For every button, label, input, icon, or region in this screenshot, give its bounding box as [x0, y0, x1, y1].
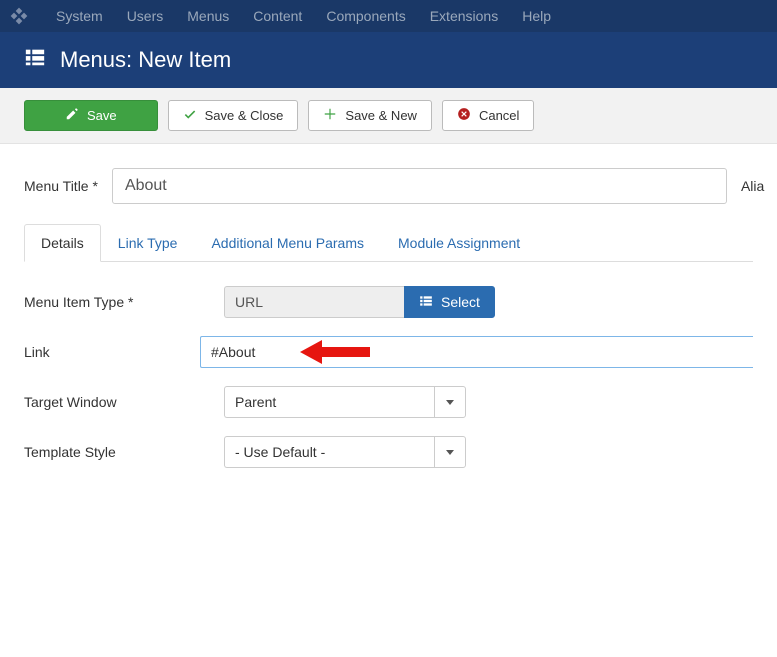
nav-menus[interactable]: Menus [175, 8, 241, 24]
tab-details[interactable]: Details [24, 224, 101, 262]
select-button-label: Select [441, 294, 480, 310]
cancel-label: Cancel [479, 108, 519, 123]
nav-users[interactable]: Users [115, 8, 176, 24]
menu-title-label: Menu Title * [24, 178, 98, 194]
nav-system[interactable]: System [44, 8, 115, 24]
nav-help[interactable]: Help [510, 8, 563, 24]
tab-link-type[interactable]: Link Type [101, 224, 195, 262]
save-new-button[interactable]: Save & New [308, 100, 432, 131]
plus-icon [323, 107, 337, 124]
row-template-style: Template Style - Use Default - [24, 436, 753, 468]
list-icon [24, 46, 46, 74]
cancel-button[interactable]: Cancel [442, 100, 534, 131]
cancel-icon [457, 107, 471, 124]
save-button[interactable]: Save [24, 100, 158, 131]
tab-module-assignment[interactable]: Module Assignment [381, 224, 537, 262]
page-title: Menus: New Item [60, 47, 231, 73]
template-style-select[interactable]: - Use Default - [224, 436, 434, 468]
target-window-caret[interactable] [434, 386, 466, 418]
top-navbar: System Users Menus Content Components Ex… [0, 0, 777, 32]
check-icon [183, 107, 197, 124]
select-type-button[interactable]: Select [404, 286, 495, 318]
menu-title-row: Menu Title * Alia [24, 168, 753, 204]
tab-bar: Details Link Type Additional Menu Params… [24, 224, 753, 262]
template-style-caret[interactable] [434, 436, 466, 468]
row-target-window: Target Window Parent [24, 386, 753, 418]
save-close-label: Save & Close [205, 108, 284, 123]
save-close-button[interactable]: Save & Close [168, 100, 299, 131]
target-window-select[interactable]: Parent [224, 386, 434, 418]
save-new-label: Save & New [345, 108, 417, 123]
page-header: Menus: New Item [0, 32, 777, 88]
list-small-icon [419, 294, 433, 311]
chevron-down-icon [446, 450, 454, 455]
nav-content[interactable]: Content [241, 8, 314, 24]
form-content: Menu Title * Alia Details Link Type Addi… [0, 144, 777, 510]
item-type-label: Menu Item Type * [24, 294, 224, 310]
chevron-down-icon [446, 400, 454, 405]
link-input[interactable] [200, 336, 753, 368]
red-arrow-annotation [300, 338, 370, 369]
menu-title-input[interactable] [112, 168, 727, 204]
link-label: Link [24, 344, 200, 360]
nav-extensions[interactable]: Extensions [418, 8, 510, 24]
item-type-value: URL [224, 286, 404, 318]
check-edit-icon [65, 107, 79, 124]
tab-additional-params[interactable]: Additional Menu Params [194, 224, 381, 262]
row-item-type: Menu Item Type * URL Select [24, 286, 753, 318]
alias-label: Alia [741, 178, 764, 194]
row-link: Link [24, 336, 753, 368]
joomla-logo-icon [8, 5, 30, 27]
template-style-label: Template Style [24, 444, 224, 460]
nav-components[interactable]: Components [314, 8, 417, 24]
target-window-label: Target Window [24, 394, 224, 410]
action-toolbar: Save Save & Close Save & New Cancel [0, 88, 777, 144]
save-button-label: Save [87, 108, 117, 123]
